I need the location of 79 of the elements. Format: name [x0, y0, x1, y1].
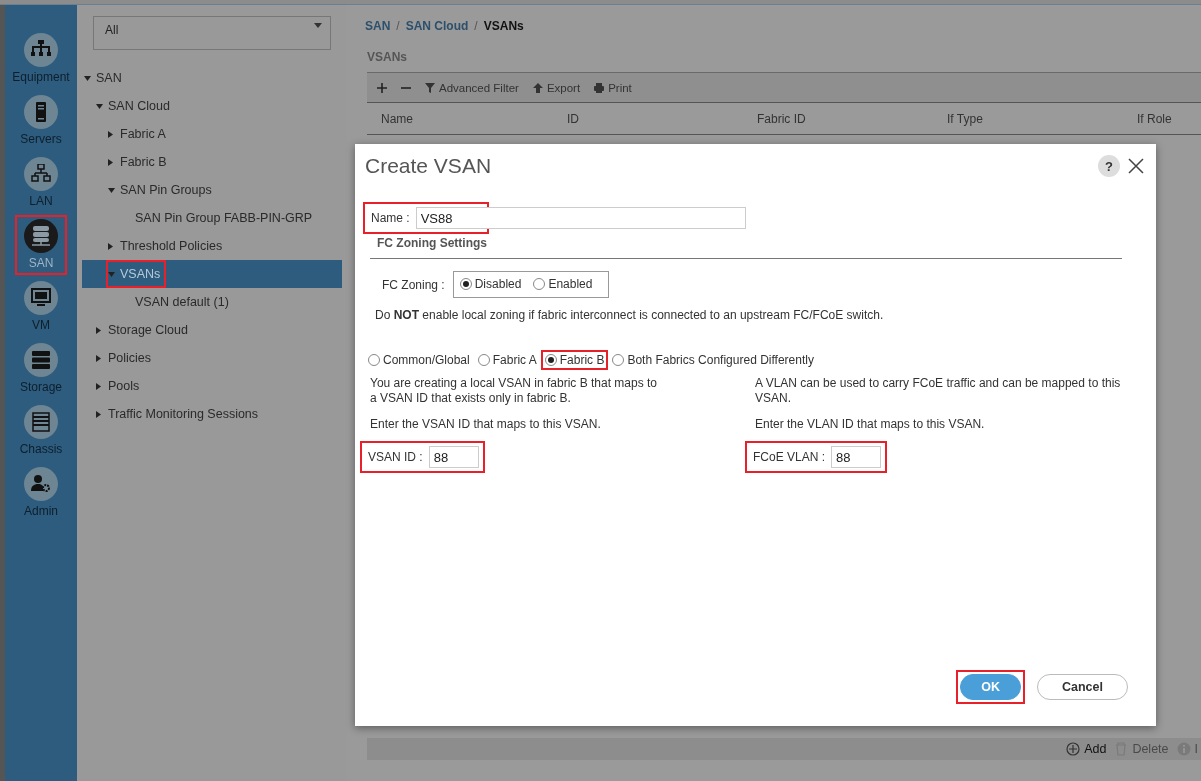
description-text: You are creating a local VSAN in fabric B that maps to a VSAN ID that exists only in fabric B.	[370, 376, 659, 406]
user-gear-icon	[31, 474, 51, 494]
tree-item[interactable]: SAN Pin Groups	[106, 176, 218, 204]
input-field[interactable]: 88	[428, 446, 479, 468]
input-field[interactable]: 88	[831, 446, 882, 468]
monitor-icon	[31, 288, 51, 308]
tree-item[interactable]: Fabric A	[106, 120, 172, 148]
filter-dropdown[interactable]: All	[93, 16, 331, 50]
field-label: FCoE VLAN :	[753, 450, 826, 464]
column-header[interactable]: ID	[567, 112, 757, 126]
cancel-button[interactable]: Cancel	[1037, 674, 1128, 700]
tree-item[interactable]: Pools	[94, 372, 146, 400]
network-icon	[31, 164, 51, 184]
collapsed-caret-icon	[96, 326, 101, 334]
tree-item[interactable]: Policies	[94, 344, 158, 372]
storage-icon	[31, 350, 51, 370]
radio-option[interactable]: Enabled	[529, 274, 597, 294]
action-button[interactable]: Add	[1066, 742, 1107, 756]
collapsed-caret-icon	[96, 382, 101, 390]
up-arrow-icon	[532, 82, 543, 93]
help-button[interactable]: ?	[1098, 155, 1120, 177]
breadcrumb-separator: /	[474, 19, 478, 33]
expanded-caret-icon	[108, 271, 115, 277]
column-header[interactable]: Fabric ID	[757, 112, 947, 126]
column-header[interactable]: If Role	[1137, 112, 1201, 126]
breadcrumb-link[interactable]: SAN Cloud	[405, 19, 469, 33]
tree-item[interactable]: Traffic Monitoring Sessions	[94, 400, 265, 428]
filter-icon	[425, 82, 435, 93]
tree-item[interactable]: SAN Cloud	[94, 92, 176, 120]
breadcrumb-current: VSANs	[483, 19, 524, 33]
prompt-text: Enter the VLAN ID that maps to this VSAN.	[755, 417, 986, 432]
field-label: VSAN ID :	[368, 450, 423, 464]
dialog-title: Create VSAN	[365, 154, 492, 178]
tree-item[interactable]: SAN	[82, 64, 128, 92]
printer-icon	[594, 82, 605, 93]
add-circle-icon	[1066, 742, 1081, 756]
expanded-caret-icon	[84, 75, 91, 81]
field-label: FC Zoning :	[382, 277, 445, 292]
tree-item[interactable]: Fabric B	[106, 148, 173, 176]
column-header[interactable]: Name	[381, 112, 567, 126]
dropdown-caret-icon	[314, 23, 322, 28]
field-label: Name :	[371, 211, 410, 225]
toolbar-button[interactable]: Advanced Filter	[425, 81, 519, 94]
expanded-caret-icon	[96, 103, 103, 109]
section-title: FC Zoning Settings	[377, 236, 488, 250]
toolbar-button[interactable]: Export	[532, 81, 581, 94]
radio-option[interactable]: Common/Global	[364, 350, 474, 370]
tree-item[interactable]: VSANs	[106, 260, 167, 288]
plus-button[interactable]	[377, 82, 387, 93]
breadcrumb-separator: /	[396, 19, 400, 33]
radio-option[interactable]: Fabric A	[473, 350, 541, 370]
name-field[interactable]: VS88	[415, 207, 746, 229]
collapsed-caret-icon	[108, 242, 113, 250]
tree-item[interactable]: VSAN default (1)	[133, 288, 235, 316]
column-header[interactable]: If Type	[947, 112, 1137, 126]
info-icon	[1176, 742, 1191, 756]
breadcrumb-link[interactable]: SAN	[365, 19, 391, 33]
tree-item[interactable]: Threshold Policies	[106, 232, 229, 260]
toolbar-button[interactable]: Print	[594, 81, 632, 94]
collapsed-caret-icon	[96, 410, 101, 418]
radio-option[interactable]: Fabric B	[540, 350, 609, 370]
ok-button[interactable]: OK	[960, 674, 1021, 700]
close-icon	[1128, 158, 1144, 174]
collapsed-caret-icon	[108, 158, 113, 166]
expanded-caret-icon	[108, 187, 115, 193]
plus-icon	[377, 82, 387, 93]
radio-option[interactable]: Disabled	[455, 274, 526, 294]
collapsed-caret-icon	[108, 130, 113, 138]
collapsed-caret-icon	[96, 354, 101, 362]
nav-item[interactable]: SAN	[15, 215, 67, 275]
tree-item[interactable]: Storage Cloud	[94, 316, 194, 344]
close-button[interactable]	[1128, 158, 1144, 174]
radio-option[interactable]: Both Fabrics Configured Differently	[608, 350, 818, 370]
prompt-text: Enter the VSAN ID that maps to this VSAN.	[370, 417, 602, 432]
chassis-icon	[31, 412, 51, 432]
warning-text: Do NOT enable local zoning if fabric interconnect is connected to an upstream FC/FCoE switch.	[375, 308, 885, 322]
description-text: A VLAN can be used to carry FCoE traffic and can be mapped to this VSAN.	[755, 376, 1122, 406]
storage-stack-icon	[31, 226, 51, 246]
tree-item[interactable]: SAN Pin Group FABB-PIN-GRP	[133, 204, 319, 232]
